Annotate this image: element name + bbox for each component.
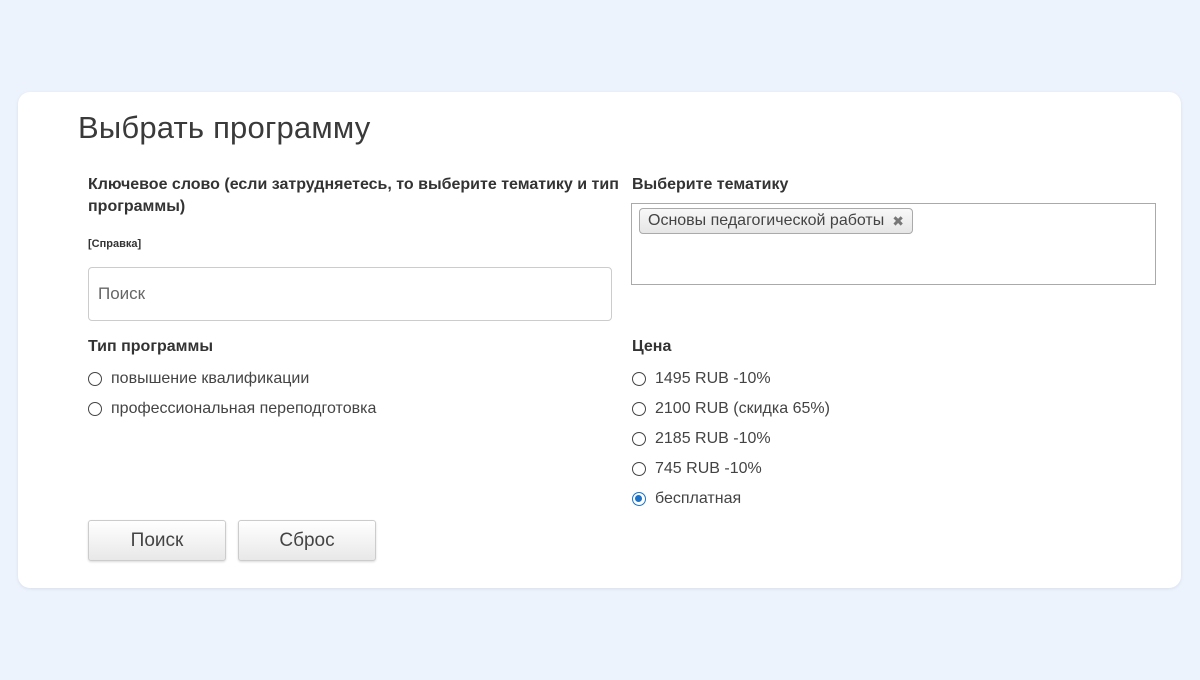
topic-multiselect[interactable]: Основы педагогической работы ✖ — [631, 203, 1156, 285]
radio-button[interactable] — [88, 402, 102, 416]
radio-button[interactable] — [632, 372, 646, 386]
radio-option-price-745[interactable]: 745 RUB -10% — [632, 454, 830, 484]
close-icon[interactable]: ✖ — [892, 214, 904, 228]
search-button[interactable]: Поиск — [88, 520, 226, 561]
price-radio-group: 1495 RUB -10% 2100 RUB (скидка 65%) 2185… — [632, 364, 830, 514]
radio-button[interactable] — [632, 462, 646, 476]
radio-label: профессиональная переподготовка — [111, 400, 377, 417]
radio-button[interactable] — [632, 432, 646, 446]
program-type-radio-group: повышение квалификации профессиональная … — [88, 364, 376, 424]
radio-option-retraining[interactable]: профессиональная переподготовка — [88, 394, 376, 424]
help-link[interactable]: [Справка] — [88, 238, 141, 250]
radio-label: 2100 RUB (скидка 65%) — [655, 400, 830, 417]
radio-label: 745 RUB -10% — [655, 460, 762, 477]
program-type-label: Тип программы — [88, 338, 213, 355]
topic-chip-label: Основы педагогической работы — [648, 212, 885, 229]
radio-option-qualification[interactable]: повышение квалификации — [88, 364, 376, 394]
topic-label: Выберите тематику — [632, 176, 789, 193]
radio-label: бесплатная — [655, 490, 742, 507]
radio-option-price-2185[interactable]: 2185 RUB -10% — [632, 424, 830, 454]
radio-label: повышение квалификации — [111, 370, 310, 387]
topic-chip: Основы педагогической работы ✖ — [639, 208, 913, 234]
radio-option-price-2100[interactable]: 2100 RUB (скидка 65%) — [632, 394, 830, 424]
page-title: Выбрать программу — [78, 110, 371, 145]
radio-option-price-1495[interactable]: 1495 RUB -10% — [632, 364, 830, 394]
radio-button[interactable] — [88, 372, 102, 386]
reset-button[interactable]: Сброс — [238, 520, 376, 561]
keyword-label: Ключевое слово (если затрудняетесь, то в… — [88, 176, 619, 215]
search-form-card: Выбрать программу Ключевое слово (если з… — [18, 92, 1181, 588]
price-label: Цена — [632, 338, 672, 355]
radio-label: 1495 RUB -10% — [655, 370, 771, 387]
radio-option-price-free[interactable]: бесплатная — [632, 484, 830, 514]
search-input[interactable] — [88, 267, 612, 321]
radio-label: 2185 RUB -10% — [655, 430, 771, 447]
radio-button-checked[interactable] — [632, 492, 646, 506]
radio-button[interactable] — [632, 402, 646, 416]
